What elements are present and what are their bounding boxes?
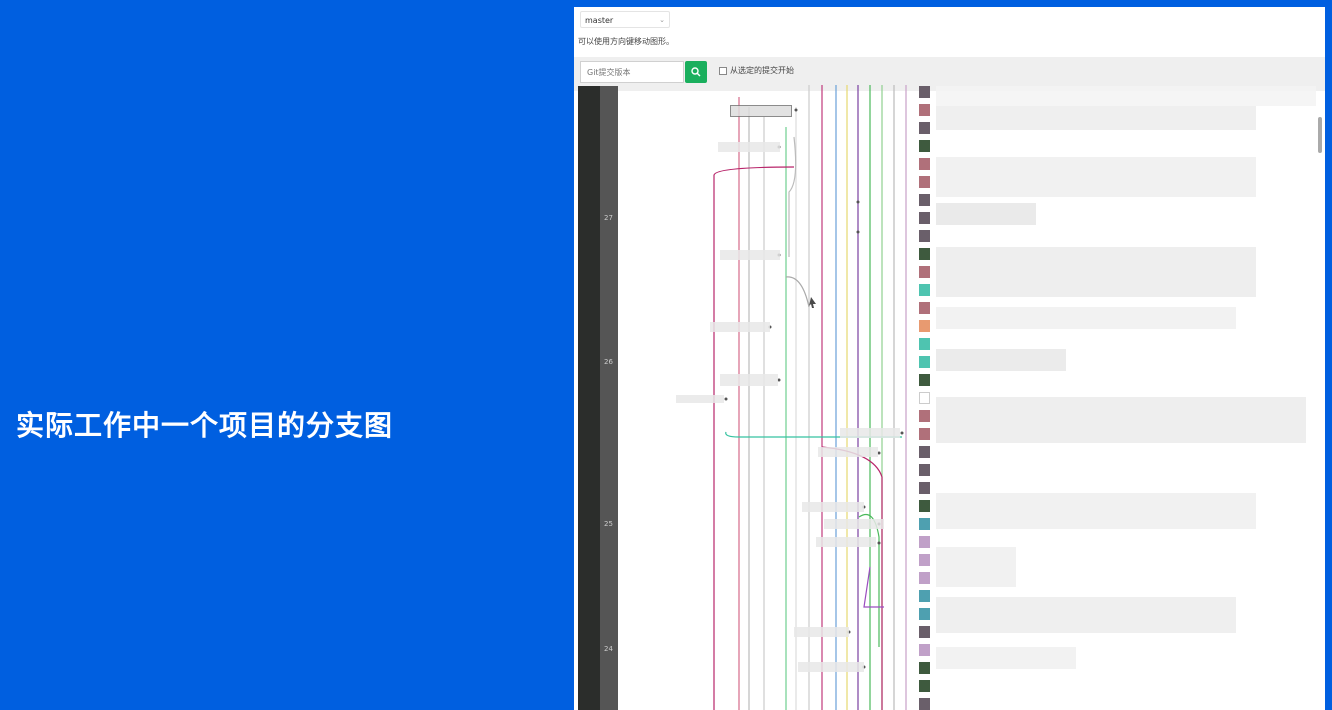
avatar: [919, 626, 930, 638]
avatar: [919, 662, 930, 674]
commit-label[interactable]: [840, 428, 900, 438]
avatar: [919, 482, 930, 494]
avatar: [919, 320, 930, 332]
merge-line: [788, 136, 797, 257]
commit-detail-row[interactable]: [936, 157, 1256, 197]
mouse-cursor-icon: [809, 297, 816, 308]
commit-label[interactable]: [818, 447, 878, 457]
avatar: [919, 338, 930, 350]
commit-detail-row[interactable]: [936, 307, 1236, 329]
avatar: [919, 230, 930, 242]
avatar: [919, 158, 930, 170]
commit-detail-row[interactable]: [936, 647, 1076, 669]
avatar: [919, 356, 930, 368]
commit-detail-row[interactable]: [936, 247, 1256, 297]
avatar: [919, 428, 930, 440]
commit-label[interactable]: [802, 502, 864, 512]
commit-detail-row[interactable]: [936, 106, 1256, 130]
avatar: [919, 176, 930, 188]
avatar: [919, 302, 930, 314]
avatar: [919, 446, 930, 458]
commit-label[interactable]: [730, 105, 792, 117]
avatar: [919, 248, 930, 260]
commit-detail-row[interactable]: [936, 397, 1306, 443]
slide-title: 实际工作中一个项目的分支图: [16, 409, 394, 442]
commit-label[interactable]: [718, 142, 780, 152]
commit-label[interactable]: [794, 627, 849, 637]
commit-label[interactable]: [816, 537, 876, 547]
avatar: [919, 680, 930, 692]
commit-detail-row[interactable]: [936, 597, 1236, 633]
avatar: [919, 608, 930, 620]
avatar: [919, 194, 930, 206]
commit-detail-row[interactable]: [936, 493, 1256, 529]
avatar: [919, 122, 930, 134]
avatar: [919, 536, 930, 548]
avatar: [919, 410, 930, 422]
commit-label[interactable]: [676, 395, 724, 403]
commit-label[interactable]: [824, 519, 884, 529]
avatar: [919, 572, 930, 584]
commit-label[interactable]: [798, 662, 864, 672]
commit-label[interactable]: [720, 250, 780, 260]
merge-line: [858, 513, 880, 647]
avatar: [919, 500, 930, 512]
vertical-scrollbar[interactable]: [1318, 117, 1322, 153]
merge-line: [785, 276, 810, 308]
merge-line: [863, 566, 884, 608]
avatar: [919, 86, 930, 98]
merge-line: [713, 166, 795, 176]
avatar: [919, 266, 930, 278]
commit-detail-row[interactable]: [936, 86, 1316, 106]
commit-label[interactable]: [720, 374, 778, 386]
commit-detail-row[interactable]: [936, 349, 1066, 371]
commit-label[interactable]: [710, 322, 770, 332]
avatar: [919, 698, 930, 710]
avatar: [919, 554, 930, 566]
avatar: [919, 392, 930, 404]
avatar: [919, 464, 930, 476]
commit-detail-row[interactable]: [936, 203, 1036, 225]
avatar: [919, 590, 930, 602]
avatar: [919, 284, 930, 296]
git-graph-window: master ⌄ 可以使用方向键移动图形。 从选定的提交开始 27 26 25 …: [574, 7, 1325, 710]
avatar: [919, 644, 930, 656]
avatar: [919, 374, 930, 386]
avatar: [919, 518, 930, 530]
avatar: [919, 104, 930, 116]
avatar: [919, 140, 930, 152]
avatar: [919, 212, 930, 224]
commit-detail-row[interactable]: [936, 547, 1016, 587]
